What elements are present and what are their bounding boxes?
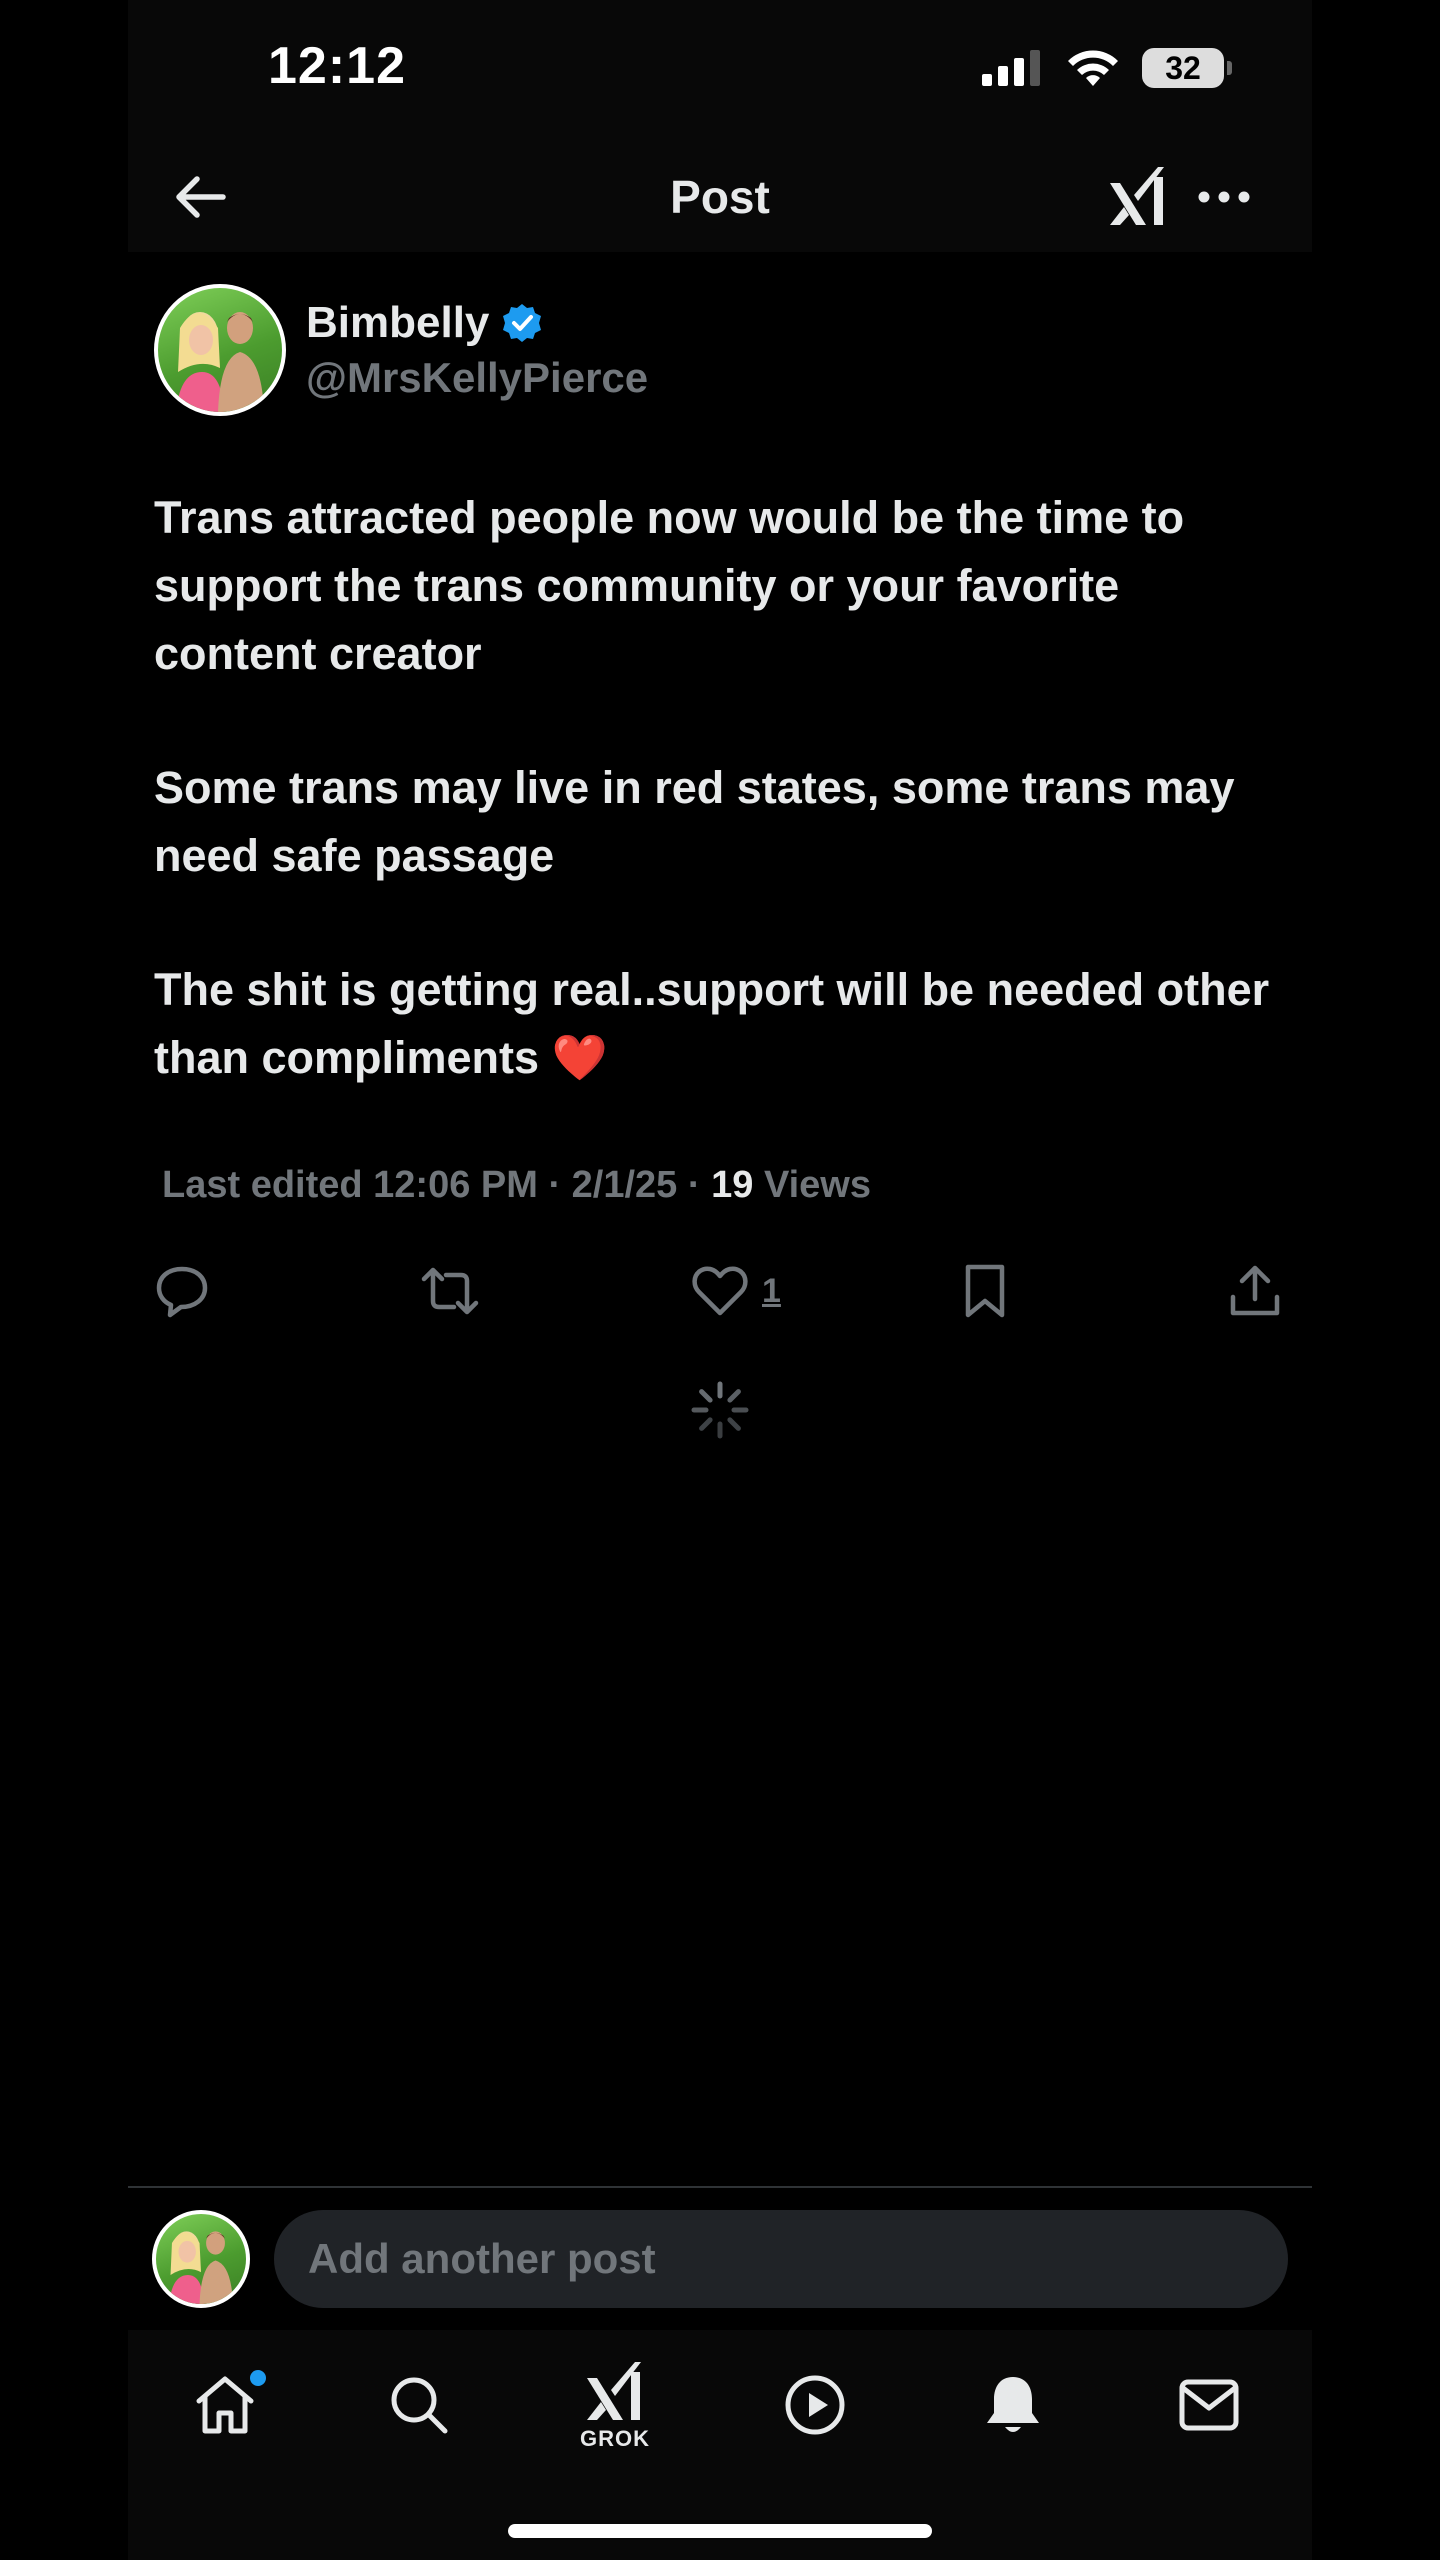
grok-label: GROK [580, 2426, 650, 2451]
nav-grok[interactable]: GROK [560, 2350, 670, 2460]
more-options-button[interactable] [1188, 162, 1260, 232]
share-button[interactable] [1228, 1256, 1282, 1326]
avatar-photo [169, 2231, 233, 2304]
grok-icon [587, 2362, 641, 2420]
like-count: 1 [762, 1271, 781, 1310]
views-count: 19 [711, 1164, 754, 1206]
nav-notifications[interactable] [958, 2350, 1068, 2460]
grok-icon [1110, 167, 1164, 225]
meta-separator: · [677, 1164, 712, 1206]
home-icon [196, 2376, 254, 2434]
post-paragraph: Some trans may live in red states, some … [154, 762, 1235, 881]
post-paragraph: Trans attracted people now would be the … [154, 492, 1185, 679]
mail-icon [1179, 2379, 1239, 2431]
composer-avatar[interactable] [152, 2210, 250, 2308]
post-text: Trans attracted people now would be the … [154, 484, 1284, 1092]
author-handle[interactable]: @MrsKellyPierce [306, 354, 648, 402]
views-label: Views [753, 1164, 871, 1206]
battery-indicator: 32 [1142, 48, 1232, 88]
like-button[interactable]: 1 [692, 1256, 781, 1326]
bookmark-icon [965, 1264, 1005, 1318]
avatar-photo [176, 312, 264, 412]
post-header: Post [128, 140, 1312, 252]
grok-button[interactable] [1098, 154, 1178, 238]
search-icon [391, 2377, 448, 2434]
edited-timestamp[interactable]: Last edited 12:06 PM · 2/1/25 [162, 1164, 677, 1207]
loading-spinner-icon [691, 1381, 749, 1439]
status-time: 12:12 [268, 37, 406, 95]
back-button[interactable] [166, 162, 236, 232]
nav-home[interactable] [170, 2350, 280, 2460]
bookmark-button[interactable] [962, 1256, 1008, 1326]
author-name[interactable]: Bimbelly [306, 298, 489, 348]
repost-button[interactable] [420, 1256, 480, 1326]
notification-dot [250, 2370, 266, 2386]
verified-badge-icon [503, 304, 542, 342]
author-name-row: Bimbelly [306, 298, 543, 348]
repost-icon [421, 1267, 479, 1315]
wifi-icon [1068, 50, 1118, 86]
nav-video[interactable] [760, 2350, 870, 2460]
signal-icon [982, 50, 1040, 86]
bell-icon [987, 2377, 1039, 2432]
post-actions: 1 [152, 1256, 1288, 1326]
status-bar: 12:12 32 [128, 0, 1312, 140]
post-author: Bimbelly @MrsKellyPierce [154, 284, 1284, 424]
more-icon [1198, 191, 1250, 203]
share-icon [1230, 1265, 1280, 1316]
phone-screen: 12:12 32 Post Bimbelly @MrsKellyPierce T… [128, 0, 1312, 2560]
author-avatar[interactable] [154, 284, 286, 416]
status-icons: 32 [982, 46, 1232, 90]
nav-search[interactable] [364, 2350, 474, 2460]
like-icon [692, 1266, 748, 1316]
nav-messages[interactable] [1154, 2350, 1264, 2460]
reply-icon [156, 1266, 208, 1318]
battery-level: 32 [1165, 49, 1201, 86]
composer-divider [128, 2186, 1312, 2188]
play-icon [785, 2375, 845, 2435]
post-paragraph: The shit is getting real..support will b… [154, 964, 1270, 1083]
reply-button[interactable] [154, 1256, 210, 1326]
reply-input[interactable] [274, 2210, 1288, 2308]
home-indicator[interactable] [508, 2524, 932, 2538]
post-meta: Last edited 12:06 PM · 2/1/25 · 19 Views [162, 1164, 871, 1207]
back-arrow-icon [176, 176, 226, 218]
